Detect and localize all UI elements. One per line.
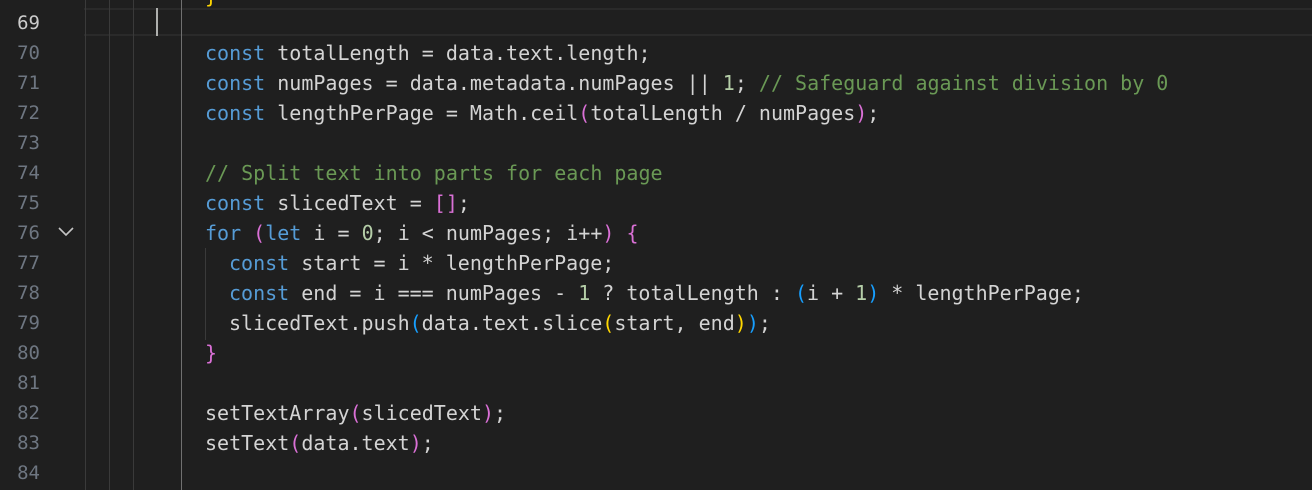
code-token: ? totalLength : [590,281,795,305]
code-line[interactable]: // Split text into parts for each page [205,158,663,188]
code-area[interactable]: const totalLength = data.text.length; con… [84,0,1312,490]
code-token: start = i * lengthPerPage; [289,251,615,275]
code-line[interactable]: const numPages = data.metadata.numPages … [205,68,1168,98]
code-line[interactable]: const end = i === numPages - 1 ? totalLe… [229,278,1084,308]
code-token: } [205,341,218,365]
line-number-gutter: 69 70 71 72 73 74 75 76 77 78 79 80 81 82 83 84 [0,0,84,490]
code-editor[interactable]: 69 70 71 72 73 74 75 76 77 78 79 80 81 82 83 84 } const… [0,0,1312,490]
code-token: ( [794,281,807,305]
code-token: const [229,251,290,275]
code-token: // Safeguard against division by 0 [758,71,1169,95]
chevron-down-icon[interactable] [56,224,76,240]
code-line[interactable]: const totalLength = data.text.length; [205,38,651,68]
code-token: ) [734,311,747,335]
code-token: const [205,71,266,95]
code-token: data.text [301,431,410,455]
code-token: ( [409,311,422,335]
code-token: ) [409,431,422,455]
code-token: ) [602,221,615,245]
code-token: data.text.slice [421,311,603,335]
code-token: ; [758,311,771,335]
code-token: setTextArray [205,401,350,425]
code-token: ; [421,431,434,455]
code-token: totalLength = data.text.length; [265,41,651,65]
code-token: let [265,221,302,245]
code-token: i = [301,221,362,245]
code-line[interactable]: const slicedText = []; [205,188,470,218]
line-number: 73 [17,132,40,154]
line-number: 69 [17,12,40,34]
code-token: for [205,221,242,245]
code-token: totalLength / numPages [590,101,856,125]
code-token: * lengthPerPage; [879,281,1084,305]
code-token: ) [746,311,759,335]
code-line[interactable]: const start = i * lengthPerPage; [229,248,614,278]
code-token: // Split text into parts for each page [205,161,663,185]
line-number: 76 [17,222,40,244]
code-token: const [205,41,266,65]
code-token: ) [867,281,880,305]
line-number: 84 [17,462,40,484]
code-token: 1 [578,281,591,305]
code-line[interactable]: slicedText.push(data.text.slice(start, e… [229,308,771,338]
code-token: ( [602,311,615,335]
code-token: const [229,281,290,305]
code-line[interactable]: } [205,338,217,368]
code-token: ; [734,71,759,95]
code-token: end = i === numPages - [289,281,579,305]
line-number: 72 [17,102,40,124]
line-number: 79 [17,312,40,334]
code-token: i + [807,281,856,305]
code-token: ( [349,401,362,425]
code-line[interactable]: for (let i = 0; i < numPages; i++) { [205,218,639,248]
code-token: slicedText [361,401,482,425]
code-token: slicedText.push [229,311,410,335]
code-line[interactable]: const lengthPerPage = Math.ceil(totalLen… [205,98,879,128]
code-token: [] [433,191,458,215]
code-token: { [626,221,639,245]
line-number: 81 [17,372,40,394]
code-token: ; [457,191,470,215]
line-number: 74 [17,162,40,184]
code-token: ) [481,401,495,425]
code-token: lengthPerPage = Math.ceil [265,101,579,125]
line-number: 77 [17,252,40,274]
code-token: ) [855,101,868,125]
line-number: 78 [17,282,40,304]
code-token: ( [578,101,591,125]
code-token: ( [289,431,302,455]
code-token: ; [867,101,880,125]
code-token: 0 [361,221,374,245]
line-number: 70 [17,42,40,64]
code-token: const [205,191,266,215]
code-token: const [205,101,266,125]
code-token: setText [205,431,290,455]
code-token: ; [494,401,507,425]
code-line[interactable]: setText(data.text); [205,428,434,458]
code-token: ( [253,221,266,245]
line-number: 71 [17,72,40,94]
code-token: slicedText = [265,191,434,215]
code-token: 1 [855,281,868,305]
line-number: 82 [17,402,40,424]
code-token: numPages = data.metadata.numPages || [265,71,723,95]
line-number: 75 [17,192,40,214]
code-token: start, end [614,311,735,335]
line-number: 80 [17,342,40,364]
code-line[interactable]: setTextArray(slicedText); [205,398,506,428]
code-token: ; i < numPages; i++ [373,221,603,245]
code-token: 1 [722,71,735,95]
line-number: 83 [17,432,40,454]
